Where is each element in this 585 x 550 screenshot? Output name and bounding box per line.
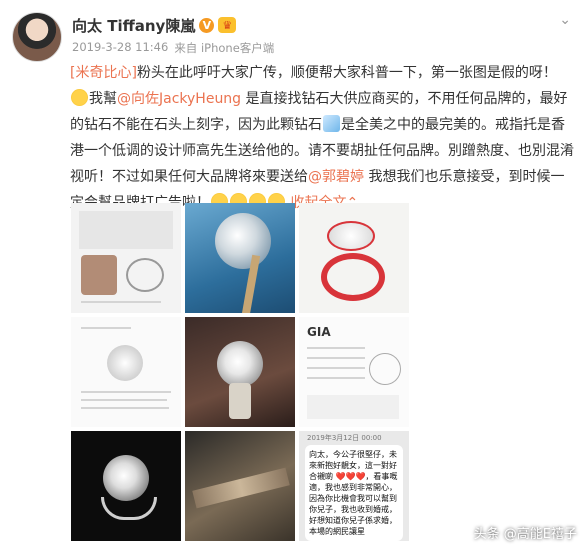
post-image-9[interactable]: 2019年3月12日 00:00 向太，今公子很堅仔，未來新抱好靚女，這一對好合… xyxy=(299,431,409,541)
ring-band-shape xyxy=(192,467,290,509)
avatar[interactable] xyxy=(12,12,62,62)
mention-jacky[interactable]: @向佐JackyHeung xyxy=(117,91,241,107)
diamond-shape xyxy=(103,455,149,501)
verified-icon: V xyxy=(199,17,215,33)
image-text-line xyxy=(307,357,365,359)
post-image-6[interactable]: GIA xyxy=(299,317,409,427)
chevron-down-icon[interactable]: ⌄ xyxy=(559,12,571,28)
diamond-shape xyxy=(215,213,271,269)
diamond-shape xyxy=(217,341,263,387)
image-text-line xyxy=(307,377,365,379)
chat-date: 2019年3月12日 00:00 xyxy=(307,434,382,442)
ring-band-shape xyxy=(229,383,251,419)
ring-band-shape xyxy=(101,497,157,520)
profile-name-row: 向太 Tiffany陳嵐 V ♛ xyxy=(72,14,237,36)
post-timestamp: 2019-3-28 11:46 xyxy=(72,40,169,54)
image-text-line xyxy=(81,391,171,393)
diamond-diagram xyxy=(369,353,401,385)
profile-name[interactable]: 向太 Tiffany陳嵐 xyxy=(72,15,195,36)
chat-bubble: 向太，今公子很堅仔，未來新抱好靚女，這一對好合襯啲 ❤️❤️❤️，看事嘅適，我也… xyxy=(305,445,403,541)
post-image-5[interactable] xyxy=(185,317,295,427)
post-meta: 2019-3-28 11:46 来自 iPhone客户端 xyxy=(72,40,274,56)
image-text-line xyxy=(81,399,167,401)
mention-guobiting[interactable]: @郭碧婷 xyxy=(308,169,364,185)
ring-outline xyxy=(126,258,164,292)
post-image-4[interactable] xyxy=(71,317,181,427)
image-photo-block xyxy=(79,211,173,249)
diamond-shape xyxy=(327,221,375,251)
watermark: 头条 @高能E禧子 xyxy=(473,527,577,542)
post-line-2-prefix: 我幫 xyxy=(89,91,117,107)
image-text-line xyxy=(81,301,161,303)
post-image-7[interactable] xyxy=(71,431,181,541)
image-text-line xyxy=(81,327,131,329)
emoji-tag: [米奇比心] xyxy=(70,65,137,81)
post-line-1: 粉头在此呼吁大家广传，顺便帮大家科普一下，第一张图是假的呀！ xyxy=(136,65,557,81)
image-photo-block xyxy=(81,255,117,295)
image-table-block xyxy=(307,395,399,419)
image-grid: GIA 2019年3月12日 00:00 向太，今公子很堅仔，未來新抱好靚女，這… xyxy=(71,203,414,543)
diamond-shape xyxy=(107,345,143,381)
post-text: [米奇比心]粉头在此呼吁大家广传，顺便帮大家科普一下，第一张图是假的呀！ 我幫@… xyxy=(70,60,575,216)
post-image-3[interactable] xyxy=(299,203,409,313)
image-text-line xyxy=(307,347,365,349)
post-image-1[interactable] xyxy=(71,203,181,313)
post-image-8[interactable] xyxy=(185,431,295,541)
chat-text: 向太，今公子很堅仔，未來新抱好靚女，這一對好合襯啲 ❤️❤️❤️，看事嘅適，我也… xyxy=(309,450,398,536)
shush-emoji-icon xyxy=(71,89,88,106)
gia-logo-text: GIA xyxy=(307,325,331,339)
post-source: 来自 iPhone客户端 xyxy=(174,41,275,55)
diamond-emoji-icon xyxy=(323,115,340,132)
image-text-line xyxy=(81,407,169,409)
post-image-2[interactable] xyxy=(185,203,295,313)
vip-crown-icon: ♛ xyxy=(218,17,237,33)
ring-band-shape xyxy=(321,253,385,301)
image-text-line xyxy=(307,367,365,369)
